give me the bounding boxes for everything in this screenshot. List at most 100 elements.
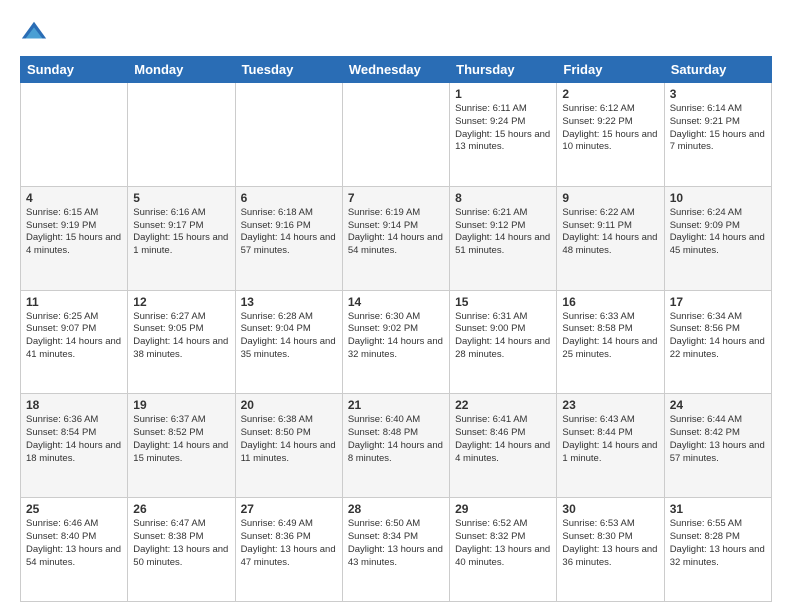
day-info: Sunrise: 6:14 AMSunset: 9:21 PMDaylight:… (670, 103, 766, 154)
day-number: 31 (670, 502, 766, 516)
day-info: Sunrise: 6:27 AMSunset: 9:05 PMDaylight:… (133, 311, 229, 362)
calendar-cell: 8Sunrise: 6:21 AMSunset: 9:12 PMDaylight… (450, 186, 557, 290)
calendar-cell: 27 Sunrise: 6:49 AMSunset: 8:36 PMDayligh… (235, 498, 342, 602)
calendar-cell: 20 Sunrise: 6:38 AMSunset: 8:50 PMDayligh… (235, 394, 342, 498)
day-number: 13 (241, 295, 337, 309)
day-info: Sunrise: 6:34 AMSunset: 8:56 PMDaylight:… (670, 311, 766, 362)
week-row-2: 4 Sunrise: 6:15 AMSunset: 9:19 PMDaylight… (21, 186, 772, 290)
day-info: Sunrise: 6:46 AMSunset: 8:40 PMDaylight:… (26, 518, 122, 569)
day-info: Sunrise: 6:44 AMSunset: 8:42 PMDaylight:… (670, 414, 766, 465)
day-info: Sunrise: 6:40 AMSunset: 8:48 PMDaylight:… (348, 414, 444, 465)
calendar-cell (128, 83, 235, 187)
day-info: Sunrise: 6:21 AMSunset: 9:12 PMDaylight:… (455, 207, 551, 258)
day-header-tuesday: Tuesday (235, 57, 342, 83)
day-number: 2 (562, 87, 658, 101)
day-info: Sunrise: 6:15 AMSunset: 9:19 PMDaylight:… (26, 207, 122, 258)
day-info: Sunrise: 6:49 AMSunset: 8:36 PMDaylight:… (241, 518, 337, 569)
day-number: 23 (562, 398, 658, 412)
calendar-cell: 12Sunrise: 6:27 AMSunset: 9:05 PMDayligh… (128, 290, 235, 394)
day-info: Sunrise: 6:38 AMSunset: 8:50 PMDaylight:… (241, 414, 337, 465)
calendar-cell (235, 83, 342, 187)
calendar-cell: 25 Sunrise: 6:46 AMSunset: 8:40 PMDayligh… (21, 498, 128, 602)
calendar-cell: 19 Sunrise: 6:37 AMSunset: 8:52 PMDayligh… (128, 394, 235, 498)
day-number: 7 (348, 191, 444, 205)
calendar-cell: 17 Sunrise: 6:34 AMSunset: 8:56 PMDayligh… (664, 290, 771, 394)
logo-icon (20, 18, 48, 46)
calendar-cell: 18 Sunrise: 6:36 AMSunset: 8:54 PMDayligh… (21, 394, 128, 498)
calendar-cell: 9Sunrise: 6:22 AMSunset: 9:11 PMDaylight… (557, 186, 664, 290)
calendar-cell: 6 Sunrise: 6:18 AMSunset: 9:16 PMDaylight… (235, 186, 342, 290)
calendar-cell: 22 Sunrise: 6:41 AMSunset: 8:46 PMDayligh… (450, 394, 557, 498)
day-number: 29 (455, 502, 551, 516)
day-info: Sunrise: 6:47 AMSunset: 8:38 PMDaylight:… (133, 518, 229, 569)
calendar-cell: 7 Sunrise: 6:19 AMSunset: 9:14 PMDaylight… (342, 186, 449, 290)
calendar-table: SundayMondayTuesdayWednesdayThursdayFrid… (20, 56, 772, 602)
page: SundayMondayTuesdayWednesdayThursdayFrid… (0, 0, 792, 612)
day-info: Sunrise: 6:22 AMSunset: 9:11 PMDaylight:… (562, 207, 658, 258)
week-row-3: 11Sunrise: 6:25 AMSunset: 9:07 PMDayligh… (21, 290, 772, 394)
day-header-saturday: Saturday (664, 57, 771, 83)
day-number: 20 (241, 398, 337, 412)
day-info: Sunrise: 6:28 AMSunset: 9:04 PMDaylight:… (241, 311, 337, 362)
day-number: 10 (670, 191, 766, 205)
calendar-cell: 23 Sunrise: 6:43 AMSunset: 8:44 PMDayligh… (557, 394, 664, 498)
day-number: 6 (241, 191, 337, 205)
day-info: Sunrise: 6:55 AMSunset: 8:28 PMDaylight:… (670, 518, 766, 569)
calendar-cell: 30 Sunrise: 6:53 AMSunset: 8:30 PMDayligh… (557, 498, 664, 602)
day-info: Sunrise: 6:43 AMSunset: 8:44 PMDaylight:… (562, 414, 658, 465)
calendar-cell (342, 83, 449, 187)
day-header-wednesday: Wednesday (342, 57, 449, 83)
calendar-cell: 5Sunrise: 6:16 AMSunset: 9:17 PMDaylight… (128, 186, 235, 290)
day-info: Sunrise: 6:24 AMSunset: 9:09 PMDaylight:… (670, 207, 766, 258)
day-info: Sunrise: 6:50 AMSunset: 8:34 PMDaylight:… (348, 518, 444, 569)
calendar-cell: 3 Sunrise: 6:14 AMSunset: 9:21 PMDaylight… (664, 83, 771, 187)
day-number: 18 (26, 398, 122, 412)
day-info: Sunrise: 6:12 AMSunset: 9:22 PMDaylight:… (562, 103, 658, 154)
day-header-sunday: Sunday (21, 57, 128, 83)
day-info: Sunrise: 6:36 AMSunset: 8:54 PMDaylight:… (26, 414, 122, 465)
header (20, 18, 772, 46)
day-number: 1 (455, 87, 551, 101)
day-info: Sunrise: 6:31 AMSunset: 9:00 PMDaylight:… (455, 311, 551, 362)
week-row-5: 25 Sunrise: 6:46 AMSunset: 8:40 PMDayligh… (21, 498, 772, 602)
week-row-1: 1 Sunrise: 6:11 AMSunset: 9:24 PMDaylight… (21, 83, 772, 187)
day-number: 30 (562, 502, 658, 516)
day-number: 3 (670, 87, 766, 101)
day-header-monday: Monday (128, 57, 235, 83)
calendar-header-row: SundayMondayTuesdayWednesdayThursdayFrid… (21, 57, 772, 83)
day-number: 15 (455, 295, 551, 309)
day-number: 17 (670, 295, 766, 309)
day-info: Sunrise: 6:18 AMSunset: 9:16 PMDaylight:… (241, 207, 337, 258)
calendar-cell: 15 Sunrise: 6:31 AMSunset: 9:00 PMDayligh… (450, 290, 557, 394)
day-info: Sunrise: 6:11 AMSunset: 9:24 PMDaylight:… (455, 103, 551, 154)
calendar-cell: 11Sunrise: 6:25 AMSunset: 9:07 PMDayligh… (21, 290, 128, 394)
logo (20, 18, 52, 46)
day-number: 28 (348, 502, 444, 516)
calendar-cell: 29 Sunrise: 6:52 AMSunset: 8:32 PMDayligh… (450, 498, 557, 602)
calendar-cell: 16Sunrise: 6:33 AMSunset: 8:58 PMDayligh… (557, 290, 664, 394)
day-info: Sunrise: 6:33 AMSunset: 8:58 PMDaylight:… (562, 311, 658, 362)
day-number: 14 (348, 295, 444, 309)
day-info: Sunrise: 6:52 AMSunset: 8:32 PMDaylight:… (455, 518, 551, 569)
calendar-cell: 28 Sunrise: 6:50 AMSunset: 8:34 PMDayligh… (342, 498, 449, 602)
day-info: Sunrise: 6:19 AMSunset: 9:14 PMDaylight:… (348, 207, 444, 258)
day-info: Sunrise: 6:37 AMSunset: 8:52 PMDaylight:… (133, 414, 229, 465)
calendar-cell: 2 Sunrise: 6:12 AMSunset: 9:22 PMDaylight… (557, 83, 664, 187)
calendar-cell: 21Sunrise: 6:40 AMSunset: 8:48 PMDayligh… (342, 394, 449, 498)
day-info: Sunrise: 6:41 AMSunset: 8:46 PMDaylight:… (455, 414, 551, 465)
calendar-cell: 13 Sunrise: 6:28 AMSunset: 9:04 PMDayligh… (235, 290, 342, 394)
day-info: Sunrise: 6:53 AMSunset: 8:30 PMDaylight:… (562, 518, 658, 569)
calendar-cell: 31 Sunrise: 6:55 AMSunset: 8:28 PMDayligh… (664, 498, 771, 602)
day-number: 19 (133, 398, 229, 412)
week-row-4: 18 Sunrise: 6:36 AMSunset: 8:54 PMDayligh… (21, 394, 772, 498)
calendar-cell: 26 Sunrise: 6:47 AMSunset: 8:38 PMDayligh… (128, 498, 235, 602)
day-number: 24 (670, 398, 766, 412)
day-number: 26 (133, 502, 229, 516)
day-info: Sunrise: 6:16 AMSunset: 9:17 PMDaylight:… (133, 207, 229, 258)
day-number: 22 (455, 398, 551, 412)
day-number: 27 (241, 502, 337, 516)
calendar-cell: 4 Sunrise: 6:15 AMSunset: 9:19 PMDaylight… (21, 186, 128, 290)
day-info: Sunrise: 6:25 AMSunset: 9:07 PMDaylight:… (26, 311, 122, 362)
day-number: 4 (26, 191, 122, 205)
day-number: 25 (26, 502, 122, 516)
